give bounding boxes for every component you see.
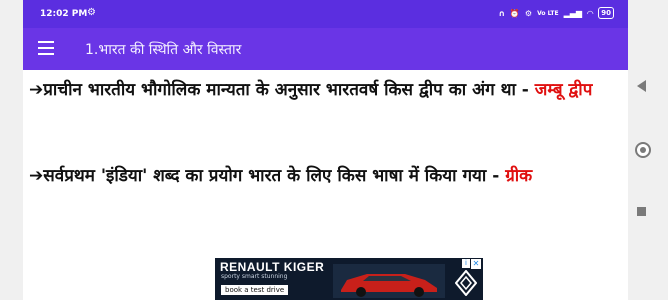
- alarm-icon: ⏰: [509, 8, 520, 18]
- cutoff-next-item: [29, 240, 429, 250]
- ad-info-icon[interactable]: i: [462, 259, 470, 268]
- status-icons: ∩ ⏰ ⚙ Vo LTE ▂▄▆ ◠ 90: [498, 7, 614, 19]
- hamburger-menu-icon[interactable]: [38, 41, 54, 55]
- ad-brand: RENAULT KIGER: [220, 260, 325, 274]
- wifi-icon: ◠: [587, 8, 594, 18]
- battery-icon: 90: [598, 7, 614, 19]
- app-screen: 12:02 PM ⚙ ∩ ⏰ ⚙ Vo LTE ▂▄▆ ◠ 90 1.भारत …: [23, 0, 628, 300]
- status-time: 12:02 PM: [40, 9, 88, 19]
- qa-item-1: ➔प्राचीन भारतीय भौगोलिक मान्यता के अनुसा…: [29, 72, 621, 108]
- ad-cta-button[interactable]: book a test drive: [221, 285, 289, 295]
- recent-apps-icon[interactable]: [637, 207, 646, 216]
- question-text: सर्वप्रथम 'इंडिया' शब्द का प्रयोग भारत क…: [43, 166, 506, 186]
- qa-item-2: ➔सर्वप्रथम 'इंडिया' शब्द का प्रयोग भारत …: [29, 158, 621, 194]
- arrow-icon: ➔: [29, 80, 44, 100]
- app-bar: 1.भारत की स्थिति और विस्तार: [23, 28, 628, 70]
- arrow-icon: ➔: [29, 166, 44, 186]
- system-nav-bar: [628, 0, 668, 300]
- home-icon[interactable]: [635, 142, 651, 158]
- answer-text: ग्रीक: [505, 166, 533, 186]
- answer-text: जम्बू द्वीप: [534, 80, 593, 100]
- car-image: [333, 264, 445, 298]
- status-bar: 12:02 PM ⚙ ∩ ⏰ ⚙ Vo LTE ▂▄▆ ◠ 90: [23, 0, 628, 28]
- headset-icon: ∩: [498, 8, 505, 18]
- settings-icon: ⚙: [524, 8, 533, 18]
- signal-text: Vo LTE: [537, 9, 559, 17]
- back-icon[interactable]: [637, 80, 646, 92]
- renault-logo-icon: [455, 270, 477, 296]
- signal-icon: ▂▄▆: [563, 8, 583, 18]
- question-text: प्राचीन भारतीय भौगोलिक मान्यता के अनुसार…: [43, 80, 535, 100]
- ad-close-icon[interactable]: ✕: [471, 259, 481, 269]
- ad-banner[interactable]: RENAULT KIGER sporty smart stunning book…: [215, 258, 483, 300]
- gear-icon: ⚙: [87, 7, 96, 18]
- ad-tagline: sporty smart stunning: [221, 273, 288, 280]
- page-title: 1.भारत की स्थिति और विस्तार: [85, 42, 242, 58]
